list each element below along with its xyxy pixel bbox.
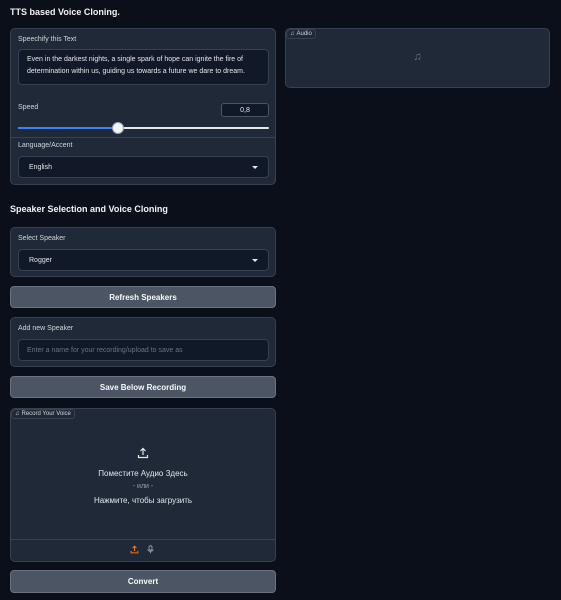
drop-audio-text: Поместите Аудио Здесь (98, 469, 188, 478)
upload-dropzone[interactable]: Поместите Аудио Здесь - или - Нажмите, ч… (11, 423, 275, 539)
language-selected: English (29, 163, 52, 171)
speechify-textarea[interactable]: Even in the darkest nights, a single spa… (18, 49, 269, 85)
save-recording-button[interactable]: Save Below Recording (10, 376, 276, 398)
refresh-speakers-button[interactable]: Refresh Speakers (10, 286, 276, 308)
speaker-section-title: Speaker Selection and Voice Cloning (10, 204, 168, 214)
speaker-selected: Rogger (29, 256, 52, 264)
tts-input-panel: Speechify this Text Even in the darkest … (10, 28, 276, 185)
audio-output-panel: ♫ Audio ♫ (285, 28, 550, 88)
record-voice-panel: ♫ Record Your Voice Поместите Аудио Здес… (10, 408, 276, 562)
record-label: Record Your Voice (21, 411, 71, 417)
click-upload-text: Нажмите, чтобы загрузить (93, 496, 193, 505)
add-speaker-label: Add new Speaker (18, 325, 74, 332)
select-speaker-panel: Select Speaker Rogger (10, 227, 276, 277)
divider (11, 137, 275, 138)
upload-mode-icon[interactable] (130, 545, 139, 556)
add-speaker-panel: Add new Speaker Enter a name for your re… (10, 317, 276, 367)
speechify-label: Speechify this Text (18, 36, 77, 43)
convert-button[interactable]: Convert (10, 570, 276, 593)
page-title: TTS based Voice Cloning. (10, 7, 120, 17)
speed-slider-thumb[interactable] (112, 122, 125, 134)
language-dropdown[interactable]: English (18, 156, 269, 178)
microphone-icon[interactable] (146, 545, 155, 556)
music-note-icon: ♫ (413, 51, 422, 63)
speed-slider[interactable] (18, 122, 269, 134)
audio-tag: ♫ Audio (286, 29, 316, 39)
music-note-small-icon: ♫ (15, 411, 20, 417)
speaker-dropdown[interactable]: Rogger (18, 249, 269, 271)
convert-label: Convert (127, 577, 159, 586)
save-recording-label: Save Below Recording (99, 382, 187, 392)
upload-icon (11, 447, 275, 459)
music-note-small-icon: ♫ (290, 31, 295, 37)
refresh-speakers-label: Refresh Speakers (109, 292, 177, 302)
speed-value: 0,8 (240, 106, 250, 114)
speaker-name-input[interactable]: Enter a name for your recording/upload t… (18, 339, 269, 361)
divider (11, 539, 275, 540)
record-tag: ♫ Record Your Voice (11, 409, 75, 419)
language-label: Language/Accent (18, 142, 73, 149)
speaker-name-placeholder: Enter a name for your recording/upload t… (27, 346, 183, 354)
chevron-down-icon (252, 165, 258, 169)
speed-slider-fill (18, 127, 119, 129)
speed-value-input[interactable]: 0,8 (221, 103, 269, 117)
speed-label: Speed (18, 104, 39, 111)
audio-label: Audio (296, 31, 312, 37)
chevron-down-icon (252, 258, 258, 262)
or-text: - или - (132, 483, 154, 490)
select-speaker-label: Select Speaker (18, 235, 66, 242)
